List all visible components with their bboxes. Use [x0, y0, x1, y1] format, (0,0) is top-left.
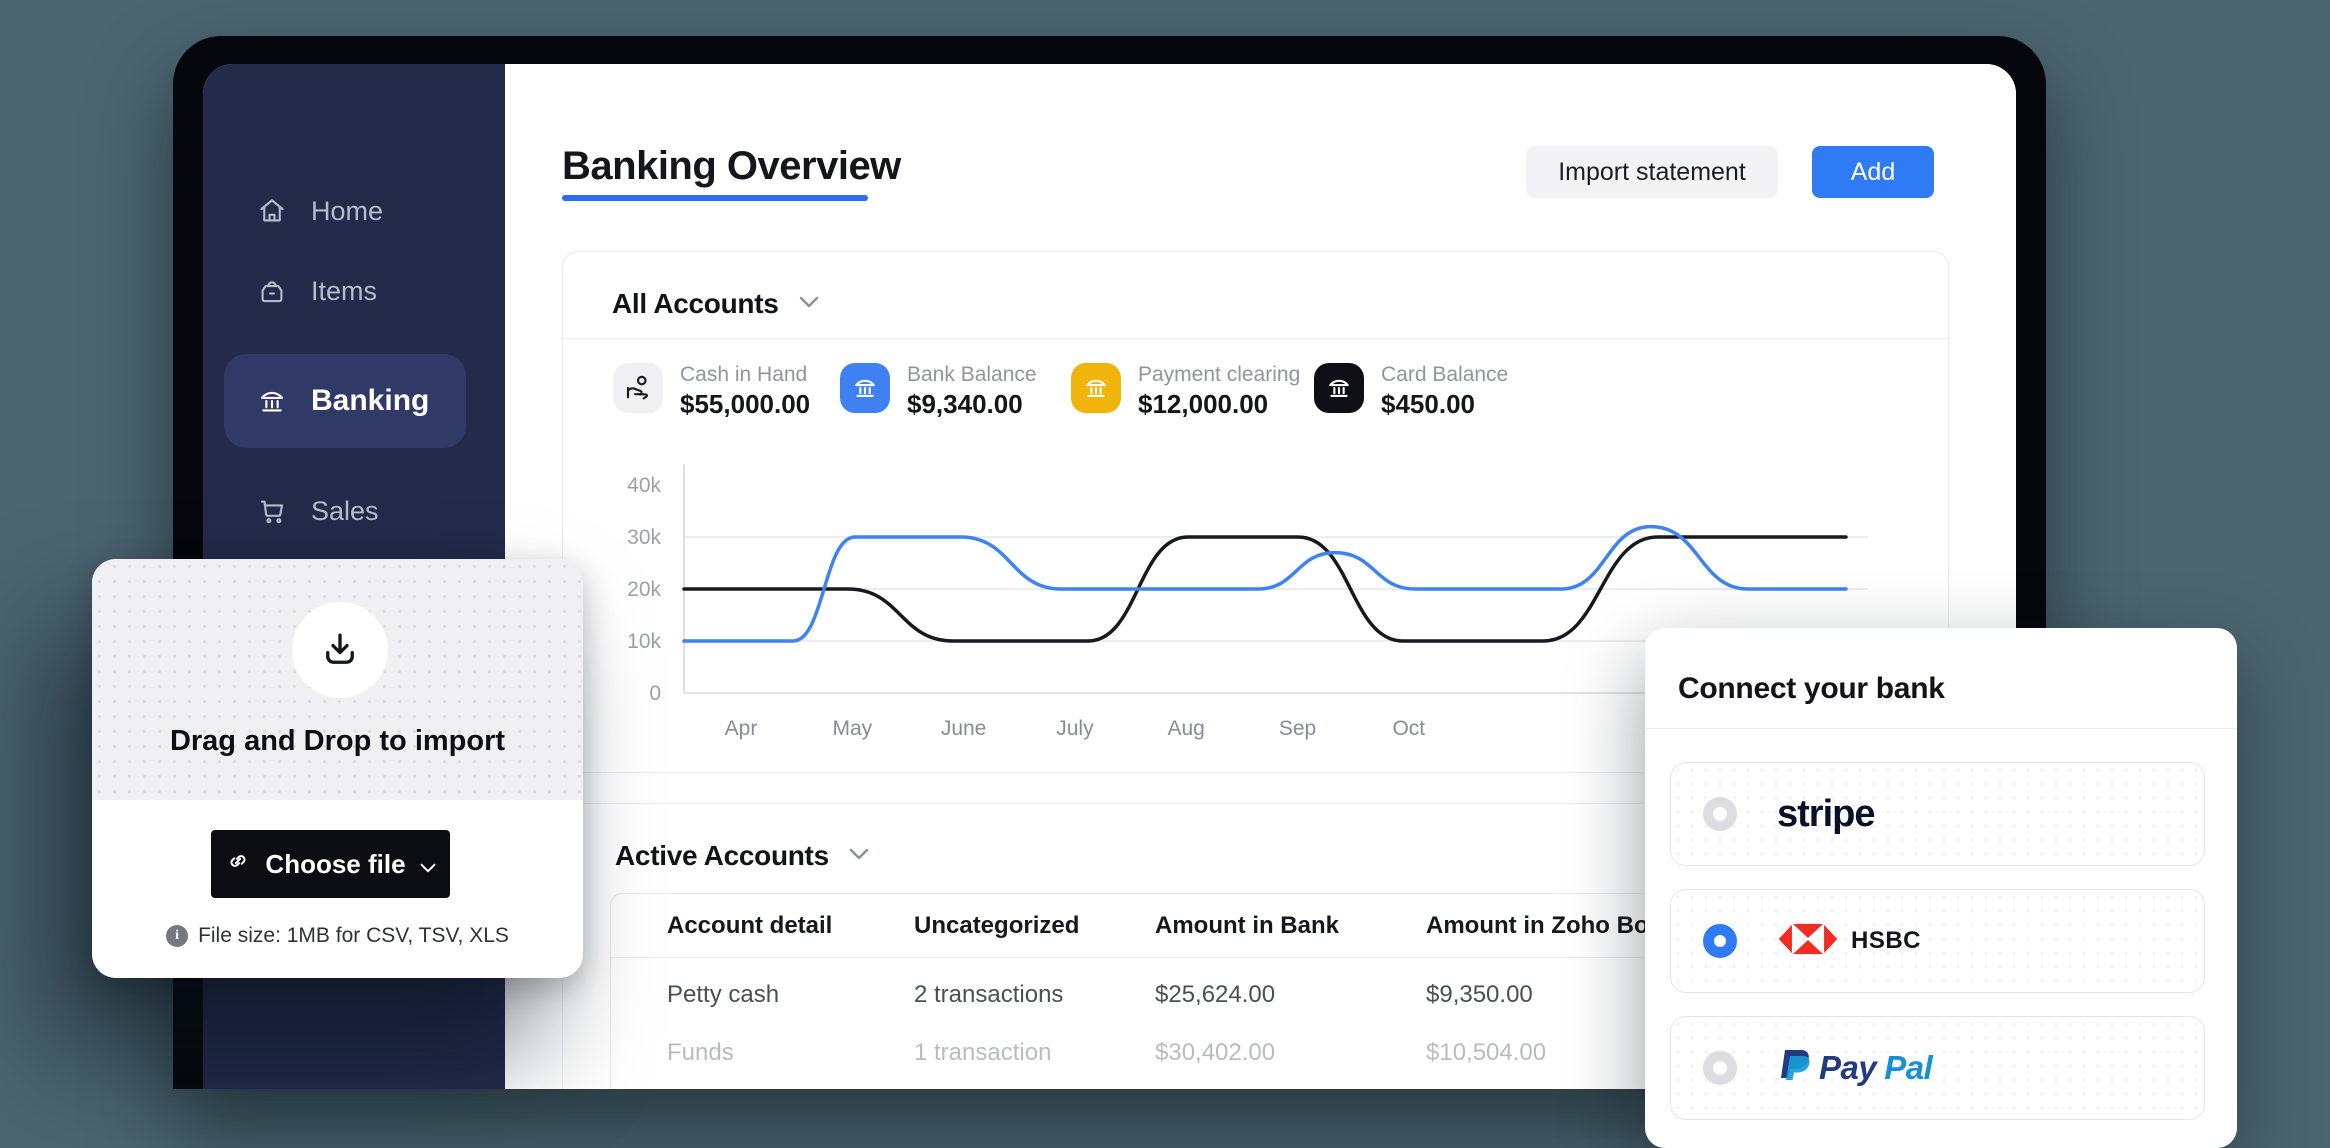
svg-text:Aug: Aug: [1168, 717, 1205, 740]
cell-account: Petty cash: [667, 981, 914, 1009]
bag-icon: [257, 276, 287, 306]
drop-title: Drag and Drop to import: [92, 725, 583, 758]
bank-icon: [1314, 363, 1364, 413]
all-accounts-header[interactable]: All Accounts: [612, 288, 819, 320]
sidebar-item-label: Home: [311, 196, 383, 227]
connect-bank-card: Connect your bank stripe HSBC: [1645, 628, 2237, 1148]
sidebar-item-sales[interactable]: Sales: [203, 482, 505, 540]
nav-spacer: [203, 460, 505, 482]
chevron-down-icon: [799, 295, 819, 313]
download-icon: [292, 602, 388, 698]
sidebar-item-label: Banking: [311, 384, 429, 418]
paypal-logo: PayPal: [1777, 1044, 1932, 1092]
info-icon: i: [166, 925, 188, 947]
svg-text:20k: 20k: [627, 578, 661, 601]
marketing-banking-screenshot: { "page": { "background": "#4c6570", "ac…: [0, 0, 2330, 1094]
page-title: Banking Overview: [562, 144, 901, 189]
summary-value: $450.00: [1381, 389, 1508, 419]
add-button[interactable]: Add: [1812, 146, 1934, 198]
divider: [563, 338, 1948, 339]
svg-text:40k: 40k: [627, 474, 661, 497]
title-underline: [562, 195, 868, 201]
import-statement-button[interactable]: Import statement: [1526, 146, 1778, 198]
summary-value: $55,000.00: [680, 389, 810, 419]
paypal-logo-text-pal: Pal: [1884, 1049, 1932, 1087]
summary-cash-in-hand: Cash in Hand $55,000.00: [613, 363, 810, 419]
svg-text:Oct: Oct: [1392, 717, 1425, 740]
svg-text:30k: 30k: [627, 526, 661, 549]
hsbc-logo-icon: [1777, 922, 1839, 961]
drop-zone[interactable]: Drag and Drop to import: [92, 559, 583, 800]
sidebar-item-label: Sales: [311, 496, 379, 527]
radio-unselected[interactable]: [1703, 1051, 1737, 1085]
nav-spacer: [203, 320, 505, 342]
column-header: Amount in Bank: [1155, 912, 1426, 940]
column-header: Account detail: [667, 912, 914, 940]
hsbc-logo-text: HSBC: [1851, 927, 1921, 955]
cell-uncategorized: 1 transaction: [914, 1039, 1155, 1067]
summary-card-balance: Card Balance $450.00: [1314, 363, 1508, 419]
home-icon: [257, 196, 287, 226]
link-icon: [225, 848, 251, 881]
bank-option-paypal[interactable]: PayPal: [1670, 1016, 2205, 1120]
cart-icon: [257, 496, 287, 526]
summary-value: $9,340.00: [907, 389, 1037, 419]
bank-option-hsbc[interactable]: HSBC: [1670, 889, 2205, 993]
active-accounts-header[interactable]: Active Accounts: [615, 840, 869, 872]
sidebar-item-banking[interactable]: Banking: [224, 354, 466, 448]
bank-icon: [840, 363, 890, 413]
sidebar-item-label: Items: [311, 276, 377, 307]
summary-bank-balance: Bank Balance $9,340.00: [840, 363, 1037, 419]
file-note-text: File size: 1MB for CSV, TSV, XLS: [198, 924, 509, 948]
summary-label: Cash in Hand: [680, 363, 810, 387]
svg-text:Apr: Apr: [725, 717, 758, 740]
summary-value: $12,000.00: [1138, 389, 1300, 419]
all-accounts-title: All Accounts: [612, 288, 779, 320]
svg-text:0: 0: [649, 682, 661, 705]
stripe-logo: stripe: [1777, 793, 1874, 836]
chevron-down-icon: [420, 849, 436, 880]
cell-account: Funds: [667, 1039, 914, 1067]
svg-text:10k: 10k: [627, 630, 661, 653]
svg-text:Sep: Sep: [1279, 717, 1316, 740]
radio-selected[interactable]: [1703, 924, 1737, 958]
cell-amount-bank: $30,402.00: [1155, 1039, 1426, 1067]
bank-icon: [1071, 363, 1121, 413]
cell-amount-bank: $25,624.00: [1155, 981, 1426, 1009]
divider: [1645, 728, 2237, 729]
file-size-note: i File size: 1MB for CSV, TSV, XLS: [92, 924, 583, 948]
sidebar-item-home[interactable]: Home: [203, 182, 505, 240]
bank-option-stripe[interactable]: stripe: [1670, 762, 2205, 866]
summary-label: Payment clearing: [1138, 363, 1300, 387]
hand-coins-icon: [613, 363, 663, 413]
choose-file-button[interactable]: Choose file: [211, 830, 450, 898]
summary-label: Card Balance: [1381, 363, 1508, 387]
paypal-logo-text-pay: Pay: [1819, 1049, 1876, 1087]
chevron-down-icon: [849, 847, 869, 865]
column-header: Uncategorized: [914, 912, 1155, 940]
svg-text:May: May: [832, 717, 872, 740]
summary-label: Bank Balance: [907, 363, 1037, 387]
nav-spacer: [203, 240, 505, 262]
paypal-logo-icon: [1777, 1044, 1811, 1092]
cell-uncategorized: 2 transactions: [914, 981, 1155, 1009]
bank-icon: [257, 386, 287, 416]
svg-text:June: June: [941, 717, 987, 740]
sidebar-item-items[interactable]: Items: [203, 262, 505, 320]
choose-file-label: Choose file: [265, 849, 405, 880]
summary-payment-clearing: Payment clearing $12,000.00: [1071, 363, 1300, 419]
svg-text:July: July: [1056, 717, 1094, 740]
import-drop-card: Drag and Drop to import Choose file i Fi…: [92, 559, 583, 978]
sidebar-nav: Home Items Banking: [203, 182, 505, 540]
connect-bank-title: Connect your bank: [1678, 672, 1945, 706]
radio-unselected[interactable]: [1703, 797, 1737, 831]
active-accounts-title: Active Accounts: [615, 840, 829, 872]
